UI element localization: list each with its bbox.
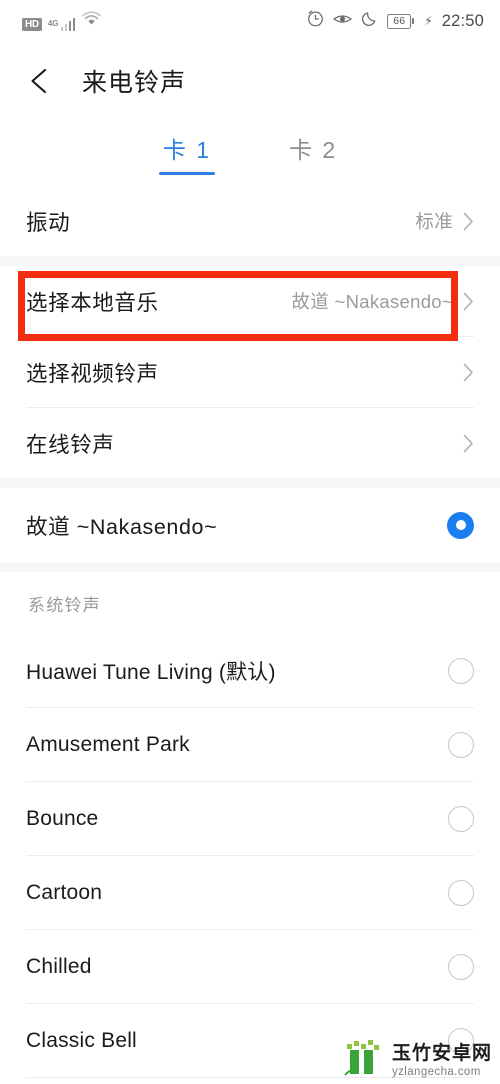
system-ringtones-title: 系统铃声: [28, 595, 101, 615]
phone-screen: HD 4G 66 ⚡ 22:50 来电铃声 卡 1 卡 2 振动 标准 选择本地…: [0, 0, 500, 1084]
signal-bars-icon: 4G: [47, 18, 76, 31]
watermark-site-url: yzlangecha.com: [391, 1065, 481, 1078]
tab-sim-1[interactable]: 卡 1: [163, 131, 211, 175]
row-select-video-ringtone-right: [463, 363, 474, 382]
row-select-local-music[interactable]: 选择本地音乐 故道 ~Nakasendo~: [0, 266, 500, 336]
watermark-site-name: 玉竹安卓网: [391, 1043, 492, 1064]
section-gap-1: [0, 256, 500, 266]
list-item[interactable]: Bounce: [0, 782, 500, 855]
clock-label: 22:50: [441, 11, 484, 30]
hd-icon: HD: [22, 18, 42, 31]
row-vibrate[interactable]: 振动 标准: [0, 186, 500, 256]
row-online-ringtones-right: [463, 434, 474, 453]
eye-comfort-icon: [333, 12, 353, 31]
do-not-disturb-moon-icon: [361, 10, 378, 32]
radio-unselected-icon[interactable]: [448, 805, 474, 832]
system-ringtones-header: 系统铃声: [0, 572, 500, 634]
ringtone-label: Huawei Tune Living (默认): [26, 660, 276, 684]
ringtone-label: Chilled: [26, 954, 92, 978]
ringtone-label: Bounce: [26, 806, 99, 830]
ringtone-label: Cartoon: [26, 880, 103, 904]
wifi-icon: [81, 11, 102, 31]
radio-unselected-icon[interactable]: [448, 953, 474, 980]
system-ringtone-list: Huawei Tune Living (默认) Amusement Park B…: [0, 634, 500, 1078]
status-bar-left: HD 4G: [22, 11, 102, 31]
list-item[interactable]: Cartoon: [0, 856, 500, 929]
page-title: 来电铃声: [82, 69, 187, 97]
battery-level-label: 66: [387, 13, 412, 29]
section-gap-3: [0, 562, 500, 572]
chevron-right-icon: [463, 363, 474, 382]
section-gap-2: [0, 478, 500, 488]
chevron-right-icon: [463, 292, 474, 311]
back-arrow-icon[interactable]: [24, 64, 58, 98]
battery-icon: 66: [387, 13, 415, 29]
list-item[interactable]: Amusement Park: [0, 708, 500, 781]
status-bar-right: 66 ⚡ 22:50: [307, 10, 484, 32]
watermark-text: 玉竹安卓网 yzlangecha.com: [392, 1044, 492, 1078]
bamboo-logo-icon: [343, 1038, 385, 1078]
chevron-right-icon: [463, 212, 474, 231]
row-select-video-ringtone-label: 选择视频铃声: [26, 361, 159, 386]
radio-unselected-icon[interactable]: [448, 879, 474, 906]
status-bar: HD 4G 66 ⚡ 22:50: [0, 0, 500, 42]
charging-bolt-icon: ⚡: [424, 14, 433, 28]
list-item[interactable]: Huawei Tune Living (默认): [0, 634, 500, 707]
row-select-video-ringtone[interactable]: 选择视频铃声: [0, 337, 500, 407]
row-vibrate-value: 标准: [415, 211, 453, 232]
radio-unselected-icon[interactable]: [448, 731, 474, 758]
ringtone-label: Amusement Park: [26, 732, 190, 756]
tab-sim-2[interactable]: 卡 2: [289, 131, 337, 175]
ringtone-source-group: 选择本地音乐 故道 ~Nakasendo~ 选择视频铃声 在线铃声: [0, 266, 500, 478]
row-select-local-music-right: 故道 ~Nakasendo~: [291, 288, 474, 314]
network-type-label: 4G: [47, 19, 59, 28]
radio-unselected-icon[interactable]: [448, 657, 474, 684]
ringtone-label: Classic Bell: [26, 1028, 137, 1052]
row-select-local-music-value: 故道 ~Nakasendo~: [291, 291, 453, 312]
radio-selected-icon[interactable]: [447, 511, 474, 539]
row-selected-ringtone-label: 故道 ~Nakasendo~: [26, 514, 218, 539]
row-select-local-music-label: 选择本地音乐: [26, 290, 159, 315]
row-online-ringtones-label: 在线铃声: [26, 432, 115, 457]
chevron-right-icon: [463, 434, 474, 453]
sim-tabs: 卡 1 卡 2: [0, 120, 500, 186]
site-watermark: 玉竹安卓网 yzlangecha.com: [343, 1038, 492, 1078]
row-selected-ringtone[interactable]: 故道 ~Nakasendo~: [0, 488, 500, 562]
row-online-ringtones[interactable]: 在线铃声: [0, 408, 500, 478]
alarm-icon: [307, 10, 324, 32]
app-header: 来电铃声: [0, 42, 500, 120]
row-vibrate-right: 标准: [415, 208, 474, 234]
row-vibrate-label: 振动: [26, 210, 71, 235]
list-item[interactable]: Chilled: [0, 930, 500, 1003]
signal-strength-bars: [60, 18, 76, 31]
